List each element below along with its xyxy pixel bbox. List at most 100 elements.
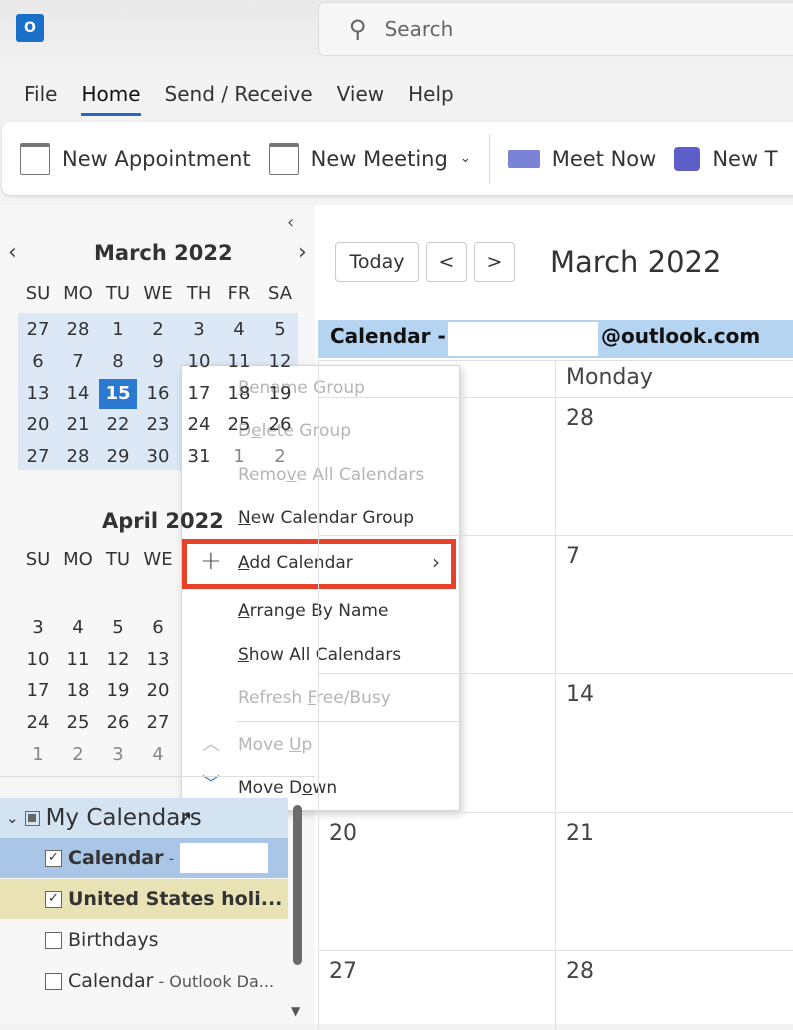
day-cell[interactable]: 21 bbox=[555, 812, 793, 950]
calendar-folder-item[interactable]: ✓ Calendar - bbox=[0, 838, 288, 878]
mini-day[interactable]: 17 bbox=[18, 680, 58, 701]
next-button[interactable]: > bbox=[474, 242, 515, 282]
mini-day[interactable]: 19 bbox=[260, 382, 300, 412]
mini-day[interactable]: 1 bbox=[219, 445, 259, 475]
video-camera-icon bbox=[507, 149, 540, 168]
day-cell[interactable] bbox=[318, 397, 555, 535]
mini-day[interactable]: 11 bbox=[219, 350, 259, 380]
mini-day[interactable]: 11 bbox=[58, 649, 98, 670]
mini-day[interactable]: 13 bbox=[18, 382, 58, 412]
new-appointment-label: New Appointment bbox=[62, 146, 251, 171]
tab-help[interactable]: Help bbox=[408, 82, 454, 116]
mini-day[interactable]: 29 bbox=[98, 445, 138, 475]
mini-day[interactable]: 22 bbox=[98, 413, 138, 443]
meet-now-button[interactable]: Meet Now bbox=[507, 147, 656, 171]
mini-day[interactable]: 1 bbox=[18, 744, 58, 765]
calendar-checkbox[interactable] bbox=[45, 931, 62, 949]
mini-day[interactable]: 27 bbox=[18, 445, 58, 475]
ribbon-toolbar: New Appointment New Meeting ⌄ Meet Now Ne… bbox=[2, 122, 793, 195]
day-cell[interactable]: 14 bbox=[555, 673, 793, 811]
tab-send-receive[interactable]: Send / Receive bbox=[165, 82, 313, 116]
mini-day[interactable]: 2 bbox=[138, 318, 178, 348]
scrollbar-thumb[interactable] bbox=[293, 805, 302, 965]
mini-day[interactable]: 13 bbox=[138, 649, 178, 670]
day-cell[interactable]: 28 bbox=[555, 397, 793, 535]
chevron-down-icon[interactable]: ⌄ bbox=[460, 151, 471, 166]
mini-day[interactable]: 10 bbox=[18, 649, 58, 670]
mini-day[interactable]: 18 bbox=[58, 680, 98, 701]
mini-day[interactable]: 28 bbox=[58, 318, 98, 348]
mini-day[interactable]: 27 bbox=[138, 712, 178, 733]
mini-day[interactable]: 5 bbox=[260, 318, 300, 348]
mini-day[interactable]: 10 bbox=[179, 350, 219, 380]
new-meeting-button[interactable]: New Meeting ⌄ bbox=[268, 142, 471, 175]
scroll-down-icon[interactable]: ▼ bbox=[291, 1004, 300, 1018]
mini-day[interactable]: 31 bbox=[179, 445, 219, 475]
calendar-folder-item[interactable]: Calendar - Outlook Da... bbox=[0, 961, 288, 1001]
mini-day[interactable]: 21 bbox=[58, 413, 98, 443]
mini-day[interactable]: 8 bbox=[98, 350, 138, 380]
previous-button[interactable]: < bbox=[426, 242, 467, 282]
tab-home[interactable]: Home bbox=[81, 82, 141, 116]
mini-day[interactable]: 30 bbox=[138, 445, 178, 475]
mini-day[interactable]: 12 bbox=[98, 649, 138, 670]
mini-cal-prev-icon[interactable]: ‹ bbox=[8, 240, 17, 265]
mini-day[interactable]: 3 bbox=[18, 617, 58, 638]
tab-view[interactable]: View bbox=[337, 82, 384, 116]
mini-day[interactable]: 14 bbox=[58, 382, 98, 412]
expand-chevron-icon[interactable]: ⌄ bbox=[6, 809, 19, 827]
mini-day[interactable]: 18 bbox=[219, 382, 259, 412]
calendar-checkbox[interactable]: ✓ bbox=[45, 890, 62, 908]
day-cell[interactable]: 28 bbox=[555, 950, 793, 1030]
mini-day[interactable]: 6 bbox=[138, 617, 178, 638]
weekday-label: SU bbox=[25, 549, 51, 570]
chevron-down-icon: ﹀ bbox=[202, 774, 220, 795]
mini-day[interactable]: 24 bbox=[18, 712, 58, 733]
calendar-checkbox[interactable] bbox=[45, 972, 62, 990]
tab-file[interactable]: File bbox=[24, 82, 57, 116]
mini-day[interactable]: 25 bbox=[219, 413, 259, 443]
mini-day[interactable]: 24 bbox=[179, 413, 219, 443]
mini-day[interactable]: 17 bbox=[179, 382, 219, 412]
mini-day[interactable]: 5 bbox=[98, 617, 138, 638]
mini-day[interactable]: 3 bbox=[179, 318, 219, 348]
mini-day[interactable]: 27 bbox=[18, 318, 58, 348]
day-cell[interactable]: 7 bbox=[555, 535, 793, 673]
calendar-folder-item[interactable]: ✓ United States holi... bbox=[0, 879, 288, 919]
mini-day[interactable]: 23 bbox=[138, 413, 178, 443]
mini-day[interactable]: 20 bbox=[138, 680, 178, 701]
my-calendars-group[interactable]: ⌄ My Calendars bbox=[0, 798, 288, 838]
mini-day[interactable]: 26 bbox=[260, 413, 300, 443]
group-checkbox[interactable] bbox=[24, 810, 40, 826]
mini-day[interactable]: 2 bbox=[260, 445, 300, 475]
mini-day[interactable]: 16 bbox=[138, 382, 178, 412]
mini-day[interactable]: 3 bbox=[98, 744, 138, 765]
collapse-pane-icon[interactable]: ‹ bbox=[287, 212, 294, 233]
day-cell[interactable]: 20 bbox=[318, 812, 555, 950]
mini-day[interactable]: 19 bbox=[98, 680, 138, 701]
mini-day[interactable]: 2 bbox=[58, 744, 98, 765]
mini-day[interactable]: 4 bbox=[138, 744, 178, 765]
mini-day[interactable]: 28 bbox=[58, 445, 98, 475]
calendar-checkbox[interactable]: ✓ bbox=[45, 849, 62, 867]
mini-day[interactable]: 9 bbox=[138, 350, 178, 380]
mini-day[interactable]: 25 bbox=[58, 712, 98, 733]
mini-day[interactable]: 1 bbox=[98, 318, 138, 348]
new-appointment-button[interactable]: New Appointment bbox=[20, 142, 251, 175]
mini-day[interactable]: 4 bbox=[219, 318, 259, 348]
day-cell[interactable]: 27 bbox=[318, 950, 555, 1030]
mini-day[interactable]: 7 bbox=[58, 350, 98, 380]
mini-day[interactable]: 6 bbox=[18, 350, 58, 380]
mini-day[interactable]: 20 bbox=[18, 413, 58, 443]
mini-day[interactable]: 12 bbox=[260, 350, 300, 380]
mini-day[interactable]: 4 bbox=[58, 617, 98, 638]
mini-cal-next-icon[interactable]: › bbox=[298, 240, 307, 265]
day-cell[interactable] bbox=[318, 673, 555, 811]
calendar-folder-item[interactable]: Birthdays bbox=[0, 920, 288, 960]
mini-day[interactable]: 15 bbox=[99, 379, 137, 409]
today-button[interactable]: Today bbox=[335, 242, 419, 282]
new-teams-button[interactable]: New T bbox=[674, 146, 778, 171]
day-cell[interactable] bbox=[318, 535, 555, 673]
search-input[interactable]: ⚲ Search bbox=[318, 2, 793, 56]
mini-day[interactable]: 26 bbox=[98, 712, 138, 733]
